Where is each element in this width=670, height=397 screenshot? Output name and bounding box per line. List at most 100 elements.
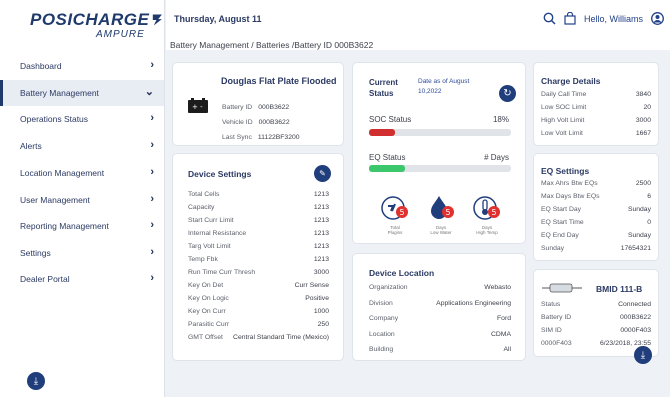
row-label: Targ Volt Limit xyxy=(188,243,231,250)
chevron-down-icon: ⌄ xyxy=(144,86,154,98)
user-greeting[interactable]: Hello, Williams xyxy=(584,14,643,24)
sidebar-item-alerts[interactable]: Alerts › xyxy=(0,133,164,159)
sidebar-item-label: User Management xyxy=(20,195,90,205)
current-date: Thursday, August 11 xyxy=(174,14,262,24)
current-status-card: Current Status Date as of August 10,2022 ↻… xyxy=(352,62,526,244)
edit-device-settings-button[interactable]: ✎ xyxy=(314,165,331,182)
pencil-icon: ✎ xyxy=(319,169,326,178)
chevron-right-icon: › xyxy=(150,193,154,205)
row-value: 1213 xyxy=(313,217,329,224)
key-value-row: Daily Call Time 3840 xyxy=(534,91,658,98)
bmid-title: BMID 111-B xyxy=(596,284,643,294)
key-value-row: Targ Volt Limit 1213 xyxy=(173,243,343,250)
row-label: Daily Call Time xyxy=(541,91,587,98)
key-value-row: EQ End Day Sunday xyxy=(534,232,658,239)
svg-text:5: 5 xyxy=(400,208,405,217)
key-value-row: Location CDMA xyxy=(353,331,525,338)
status-date: Date as of August 10,2022 xyxy=(418,78,470,95)
download-button-right[interactable]: ⤓ xyxy=(634,346,652,364)
row-value: 1213 xyxy=(313,191,329,198)
download-icon: ⤓ xyxy=(33,375,39,387)
row-label: Max Days Btw EQs xyxy=(541,193,600,200)
chevron-right-icon: › xyxy=(150,59,154,71)
row-label: 0000F403 xyxy=(541,340,572,347)
row-label: Company xyxy=(369,315,399,322)
low-water-metric: 5 Days Low Water xyxy=(423,194,459,235)
key-value-row: Total Cells 1213 xyxy=(173,191,343,198)
user-avatar-icon[interactable] xyxy=(651,12,664,25)
chevron-right-icon: › xyxy=(150,112,154,124)
row-label: SIM ID xyxy=(541,327,562,334)
row-label: EQ End Day xyxy=(541,232,579,239)
row-label: Total Cells xyxy=(188,191,220,198)
row-label: Low SOC Limit xyxy=(541,104,587,111)
eq-progress-bar xyxy=(369,165,511,172)
total-plugins-caption: Total Plugins xyxy=(387,225,403,235)
sidebar-item-dealer-portal[interactable]: Dealer Portal › xyxy=(0,266,164,292)
vehicle-id-label: Vehicle ID xyxy=(222,119,253,126)
row-value: Ford xyxy=(497,315,511,322)
svg-text:5: 5 xyxy=(492,208,497,217)
last-sync-value: 11122BF3200 xyxy=(257,134,300,141)
row-value: 250 xyxy=(317,321,329,328)
sidebar-item-label: Dealer Portal xyxy=(20,274,70,284)
row-value: 0 xyxy=(647,219,651,226)
key-value-row: Max Ahrs Btw EQs 2500 xyxy=(534,180,658,187)
sidebar-item-settings[interactable]: Settings › xyxy=(0,240,164,266)
eq-progress-fill xyxy=(369,165,405,172)
svg-text:5: 5 xyxy=(446,208,451,217)
battery-id-label: Battery ID xyxy=(222,104,253,111)
key-value-row: Internal Resistance 1213 xyxy=(173,230,343,237)
key-value-row: Low SOC Limit 20 xyxy=(534,104,658,111)
sidebar-item-user-management[interactable]: User Management › xyxy=(0,187,164,213)
eq-status-label: EQ Status xyxy=(369,153,406,162)
plug-icon: 5 xyxy=(381,196,408,220)
row-label: Max Ahrs Btw EQs xyxy=(541,180,598,187)
key-value-row: Company Ford xyxy=(353,315,525,322)
sidebar-item-label: Dashboard xyxy=(20,61,62,71)
row-value: 0000F403 xyxy=(620,327,651,334)
row-value: Applications Engineering xyxy=(436,299,511,307)
sidebar: POSICHARGE AMPURE Dashboard › Battery Man… xyxy=(0,0,165,397)
sidebar-item-label: Operations Status xyxy=(20,114,89,124)
battery-id-value: 000B3622 xyxy=(258,104,290,111)
key-value-row: Max Days Btw EQs 6 xyxy=(534,193,658,200)
row-value: 2500 xyxy=(635,180,651,187)
key-value-row: SIM ID 0000F403 xyxy=(534,327,658,334)
row-value: Connected xyxy=(618,301,651,308)
device-settings-title: Device Settings xyxy=(188,169,252,179)
sidebar-item-location-management[interactable]: Location Management › xyxy=(0,160,164,186)
sidebar-item-label: Settings xyxy=(20,248,51,258)
chevron-right-icon: › xyxy=(150,219,154,231)
key-value-row: Run Time Curr Thresh 3000 xyxy=(173,269,343,276)
chevron-right-icon: › xyxy=(150,139,154,151)
row-value: 6 xyxy=(647,193,651,200)
sidebar-item-reporting-management[interactable]: Reporting Management › xyxy=(0,213,164,239)
sidebar-item-dashboard[interactable]: Dashboard › xyxy=(0,53,164,79)
soc-status-value: 18% xyxy=(492,115,509,124)
row-label: Key On Det xyxy=(188,282,224,289)
row-label: Temp Fbk xyxy=(188,256,218,263)
download-icon: ⤓ xyxy=(640,349,646,361)
sidebar-item-label: Location Management xyxy=(20,168,105,178)
soc-progress-bar xyxy=(369,129,511,136)
eq-status-value: # Days xyxy=(484,153,509,162)
chevron-right-icon: › xyxy=(150,246,154,258)
row-value: All xyxy=(503,346,511,353)
eq-settings-card: EQ Settings Max Ahrs Btw EQs 2500 Max Days… xyxy=(533,153,659,261)
key-value-row: Status Connected xyxy=(534,301,658,308)
key-value-row: Temp Fbk 1213 xyxy=(173,256,343,263)
sidebar-item-battery-management[interactable]: Battery Management ⌄ xyxy=(0,80,164,106)
search-icon[interactable] xyxy=(543,12,556,25)
row-value: 3000 xyxy=(313,269,329,276)
key-value-row: Building All xyxy=(353,346,525,353)
download-button[interactable]: ⤓ xyxy=(27,372,45,390)
sidebar-item-operations-status[interactable]: Operations Status › xyxy=(0,106,164,132)
row-label: EQ Start Time xyxy=(541,219,584,226)
shopping-bag-icon[interactable] xyxy=(564,12,576,25)
device-location-title: Device Location xyxy=(369,268,435,278)
sidebar-item-label: Battery Management xyxy=(20,88,99,98)
row-label: Key On Logic xyxy=(188,295,229,302)
total-plugins-metric: 5 Total Plugins xyxy=(377,194,413,235)
refresh-status-button[interactable]: ↻ xyxy=(499,85,516,102)
